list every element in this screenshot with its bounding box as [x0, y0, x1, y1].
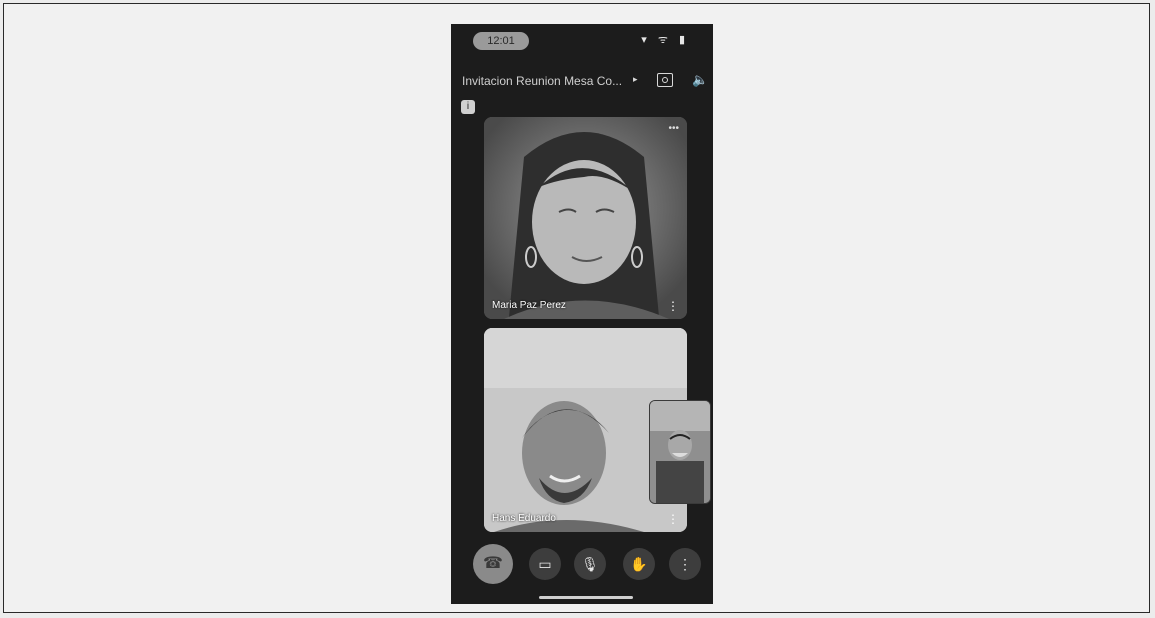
phone-icon: ☎ [483, 555, 503, 572]
status-bar: 12:01 ▾ ᯤ ▮ [451, 24, 713, 60]
more-options-icon[interactable]: ⋮ [667, 300, 679, 312]
phone-screen: 12:01 ▾ ᯤ ▮ Invitacion Reunion Mesa Co..… [451, 24, 713, 604]
microphone-icon: 🎙 [581, 556, 599, 572]
chevron-right-icon[interactable]: ▸ [633, 74, 638, 85]
end-call-button[interactable]: ☎ [473, 544, 513, 584]
info-icon[interactable]: i [461, 100, 475, 114]
mic-toggle-button[interactable]: 🎙 [574, 548, 606, 580]
self-view-video[interactable] [649, 400, 711, 504]
call-header: Invitacion Reunion Mesa Co... ▸ 🔈 [451, 70, 713, 94]
speaker-icon[interactable]: 🔈 [692, 72, 708, 88]
status-icons: ▾ ᯤ ▮ [641, 34, 689, 46]
status-time: 12:01 [473, 32, 529, 50]
raise-hand-button[interactable]: ✋ [623, 548, 655, 580]
participant-name: Maria Paz Perez [492, 300, 566, 311]
participant-tile[interactable]: ••• Maria Paz Perez ⋮ [484, 117, 687, 319]
home-indicator[interactable] [539, 596, 633, 599]
self-video [650, 401, 710, 503]
options-icon[interactable]: ••• [668, 123, 679, 134]
hand-icon: ✋ [630, 556, 648, 572]
call-toolbar: ☎ ▭ 🎙 ✋ ⋮ [451, 544, 713, 586]
more-options-icon[interactable]: ⋮ [667, 513, 679, 525]
more-vertical-icon: ⋮ [678, 556, 692, 572]
video-camera-icon: ▭ [538, 556, 552, 572]
more-button[interactable]: ⋮ [669, 548, 701, 580]
screenshot-frame: 12:01 ▾ ᯤ ▮ Invitacion Reunion Mesa Co..… [3, 3, 1150, 613]
meeting-title[interactable]: Invitacion Reunion Mesa Co... [462, 74, 630, 88]
switch-camera-icon[interactable] [657, 73, 673, 87]
participant-name: Hans Eduardo [492, 513, 556, 524]
participant-video [484, 117, 687, 319]
camera-toggle-button[interactable]: ▭ [529, 548, 561, 580]
